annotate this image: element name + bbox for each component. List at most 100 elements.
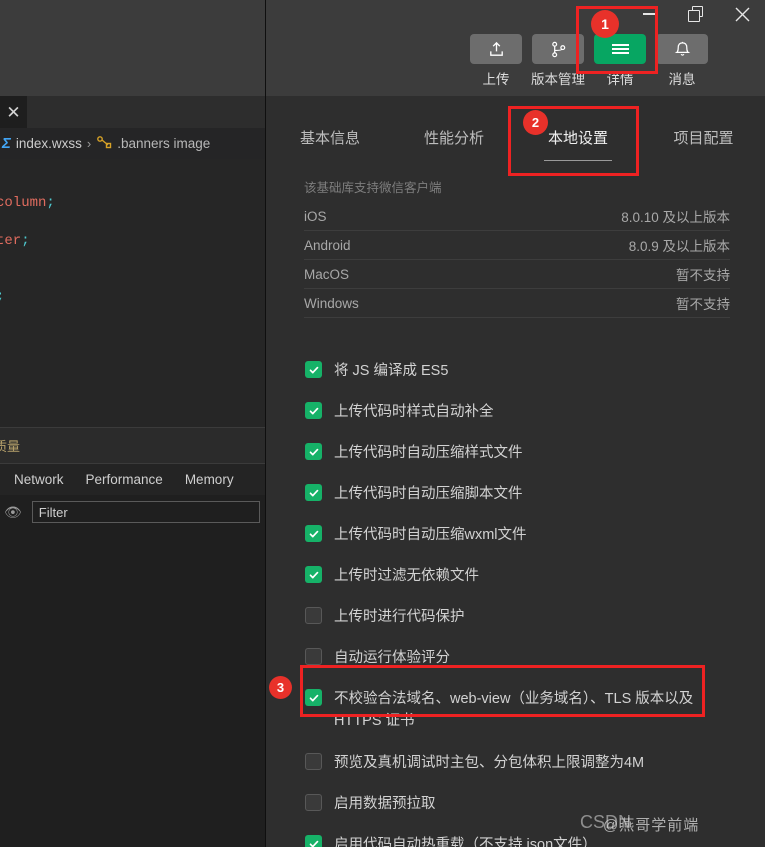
devtools-body [0,529,266,847]
eye-icon[interactable]: 👁 [4,504,22,521]
quality-bar: 质量 [0,427,266,463]
checkbox-unchecked[interactable] [305,648,322,665]
toolbar-item-upload[interactable]: 上传 [470,34,522,88]
left-titlebar-area [0,0,266,96]
checkbox-unchecked[interactable] [305,794,322,811]
git-branch-icon [551,41,565,57]
option-row[interactable]: 上传代码时自动压缩样式文件 [305,442,765,464]
platform-version: 暂不支持 [676,297,730,312]
option-row[interactable]: 启用数据预拉取 [305,793,765,815]
option-row[interactable]: 上传时进行代码保护 [305,606,765,628]
code-token-value: ter [0,233,22,249]
option-label: 上传代码时自动压缩脚本文件 [334,486,523,502]
tab-label: 项目配置 [673,130,734,147]
tab-performance[interactable]: Performance [86,472,163,487]
filter-input[interactable]: Filter [31,501,260,523]
platform-version: 8.0.10 及以上版本 [621,210,730,225]
option-row[interactable]: 将 JS 编译成 ES5 [305,360,765,382]
option-label: 将 JS 编译成 ES5 [334,363,449,379]
checkbox-checked[interactable] [305,835,322,847]
checkbox-unchecked[interactable] [305,607,322,624]
selector-icon [96,135,112,152]
css-file-icon: Σ [2,135,11,152]
breadcrumb-symbol[interactable]: .banners image [117,136,210,151]
checkbox-checked[interactable] [305,484,322,501]
table-row: iOS 8.0.10 及以上版本 [304,202,730,231]
toolbar-label-messages: 消息 [668,72,696,87]
checkbox-checked[interactable] [305,402,322,419]
code-token-punct: ; [46,195,55,211]
platform-version: 8.0.9 及以上版本 [628,239,730,254]
editor-tabstrip: ✕ [0,96,266,128]
upload-icon [489,41,503,56]
platform-support-table: iOS 8.0.10 及以上版本 Android 8.0.9 及以上版本 Mac… [304,202,730,318]
tab-performance-analysis[interactable]: 性能分析 [394,113,514,171]
editor-tab[interactable]: ✕ [0,96,27,128]
close-icon[interactable]: ✕ [6,104,20,121]
code-editor[interactable]: column; ter; ; [0,159,266,427]
option-row[interactable]: 上传代码时自动压缩wxml文件 [305,524,765,546]
option-row[interactable]: 启用代码自动热重载（不支持 json文件） [305,834,765,847]
messages-button[interactable] [656,34,708,64]
devtools-filter-row: 👁 Filter [0,495,266,529]
breadcrumb-file[interactable]: index.wxss [16,136,82,151]
editor-pane: ✕ Σ index.wxss › .banners image column; … [0,0,266,847]
option-label: 上传代码时样式自动补全 [334,404,494,420]
restore-button[interactable] [673,0,719,28]
toolbar-label-upload: 上传 [482,72,510,87]
option-label: 预览及真机调试时主包、分包体积上限调整为4M [334,755,645,771]
support-note: 该基础库支持微信客户端 [304,181,442,195]
option-label: 上传代码时自动压缩wxml文件 [334,527,527,543]
option-row[interactable]: 上传代码时自动压缩脚本文件 [305,483,765,505]
checkbox-checked[interactable] [305,566,322,583]
checkbox-unchecked[interactable] [305,753,322,770]
checkbox-checked[interactable] [305,443,322,460]
option-row[interactable]: 上传代码时样式自动补全 [305,401,765,423]
filter-placeholder: Filter [38,504,68,520]
option-label: 上传时进行代码保护 [334,609,465,625]
platform-name: Windows [304,295,359,311]
checkbox-checked[interactable] [305,361,322,378]
code-line: column; [0,195,55,211]
option-row[interactable]: 预览及真机调试时主包、分包体积上限调整为4M [305,752,765,774]
code-token-punct: ; [21,233,30,249]
table-row: MacOS 暂不支持 [304,260,730,289]
tab-network[interactable]: Network [14,472,64,487]
annotation-box-3 [300,665,705,717]
quality-label: 质量 [0,439,21,454]
table-row: Windows 暂不支持 [304,289,730,318]
table-row: Android 8.0.9 及以上版本 [304,231,730,260]
tab-label: 基本信息 [299,130,360,147]
settings-option-list: 将 JS 编译成 ES5 上传代码时样式自动补全 上传代码时自动压缩样式文件 上… [305,360,765,847]
annotation-badge-1: 1 [591,10,619,38]
platform-name: Android [304,237,351,253]
option-label: 上传代码时自动压缩样式文件 [334,445,523,461]
platform-version: 暂不支持 [676,268,730,283]
code-token-value: column [0,195,47,211]
restore-icon [688,6,704,22]
platform-name: iOS [304,208,327,224]
checkbox-checked[interactable] [305,525,322,542]
upload-button[interactable] [470,34,522,64]
close-icon [735,7,749,21]
tab-label: 性能分析 [423,130,484,147]
toolbar-item-messages[interactable]: 消息 [656,34,708,88]
code-line: ter; [0,233,30,249]
tab-memory[interactable]: Memory [185,472,234,487]
watermark-author: @燕哥学前端 [603,817,700,834]
bell-icon [674,41,690,56]
option-row[interactable]: 上传时过滤无依赖文件 [305,565,765,587]
tab-basic-info[interactable]: 基本信息 [266,113,394,171]
window-titlebar: 上传 版本管理 详情 消息 [266,0,765,96]
option-label: 上传时过滤无依赖文件 [334,568,479,584]
code-line: ; [0,289,4,305]
close-button[interactable] [719,0,765,28]
annotation-badge-2: 2 [523,110,548,135]
option-label: 启用数据预拉取 [334,796,436,812]
breadcrumb-separator: › [86,136,92,151]
code-token-punct: ; [0,289,4,305]
breadcrumb: Σ index.wxss › .banners image [0,128,266,159]
annotation-badge-3: 3 [269,676,292,699]
tab-project-config[interactable]: 项目配置 [642,113,765,171]
platform-name: MacOS [304,266,350,282]
